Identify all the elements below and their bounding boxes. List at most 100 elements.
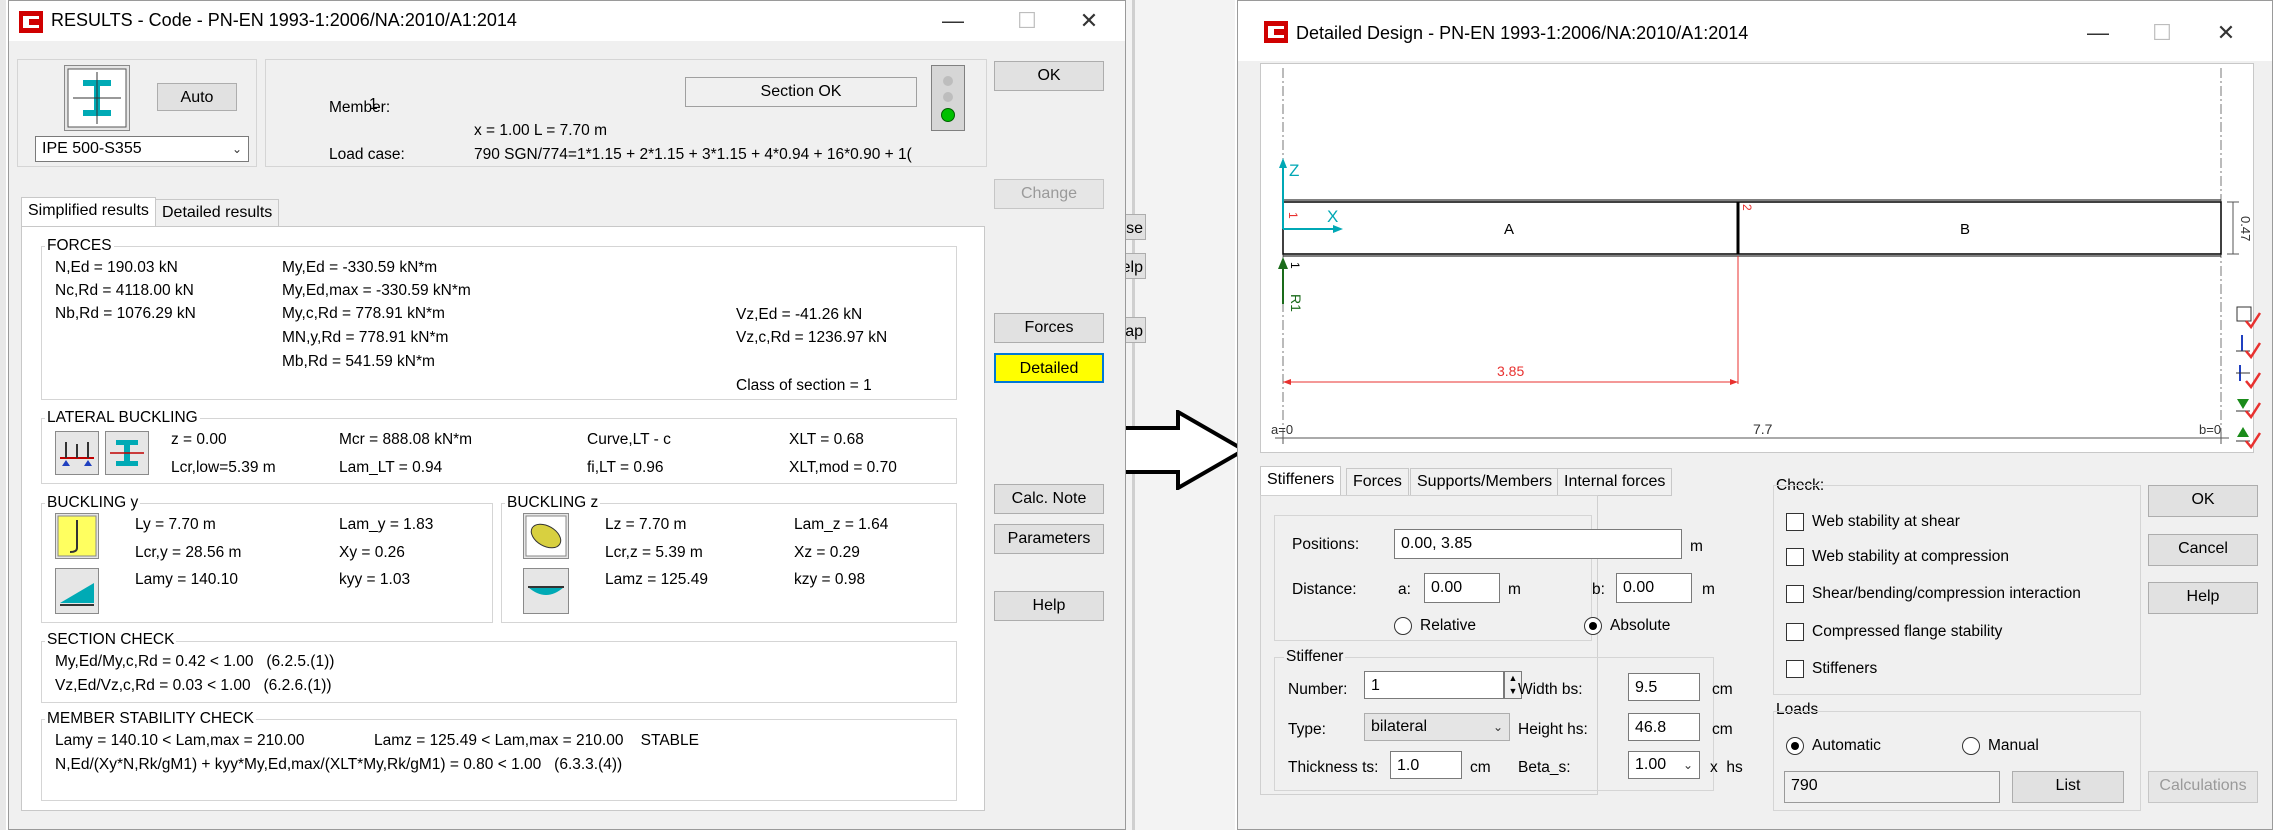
tab-simplified-results[interactable]: Simplified results — [21, 197, 156, 227]
interaction-checkbox[interactable] — [1786, 585, 1804, 603]
relative-radio[interactable] — [1394, 617, 1412, 635]
parameters-button[interactable]: Parameters — [994, 524, 1104, 554]
tab-stiffeners[interactable]: Stiffeners — [1260, 466, 1342, 496]
close-button[interactable]: ✕ — [2196, 17, 2256, 49]
absolute-label: Absolute — [1610, 617, 1671, 634]
traffic-light-icon — [931, 65, 965, 131]
tab-internal-forces[interactable]: Internal forces — [1557, 468, 1673, 496]
b-offset-label: b=0 — [2199, 422, 2221, 437]
section-check-label: SECTION CHECK — [45, 631, 177, 649]
close-button[interactable]: ✕ — [1059, 5, 1119, 37]
tab-supports-members[interactable]: Supports/Members — [1410, 468, 1560, 496]
i-beam-buckling-icon — [110, 440, 144, 466]
detailed-title-bar[interactable]: Detailed Design - PN-EN 1993-1:2006/NA:2… — [1238, 1, 2272, 61]
load-down-icon[interactable] — [2234, 393, 2262, 421]
beam-diagram-canvas[interactable]: Z X A B 1 2 1 R1 0.47 3.85 a=0 b=0 7.7 — [1260, 63, 2254, 453]
stiffener-view-icon[interactable] — [2234, 303, 2262, 331]
a-label: a: — [1398, 581, 1411, 598]
help-button[interactable]: Help — [994, 591, 1104, 621]
ok-button[interactable]: OK — [994, 61, 1104, 91]
type-select[interactable]: bilateral ⌄ — [1364, 713, 1510, 741]
buckling-z-group — [501, 503, 957, 623]
cancel-button[interactable]: Cancel — [2148, 534, 2258, 566]
member-stability-label: MEMBER STABILITY CHECK — [45, 710, 256, 728]
list-button[interactable]: List — [2012, 771, 2124, 803]
buckling-z-diagram-button[interactable] — [523, 568, 569, 614]
height-input[interactable]: 46.8 — [1628, 713, 1700, 741]
buckling-y-diagram-button[interactable] — [55, 568, 99, 614]
buckling-y-length-button[interactable] — [55, 513, 99, 559]
tab-detailed-results[interactable]: Detailed results — [155, 199, 280, 227]
absolute-radio[interactable] — [1584, 617, 1602, 635]
width-input[interactable]: 9.5 — [1628, 673, 1700, 701]
tab-forces[interactable]: Forces — [1346, 468, 1409, 496]
automatic-radio[interactable] — [1786, 737, 1804, 755]
section-profile-button[interactable] — [64, 65, 130, 131]
web-compression-label: Web stability at compression — [1812, 548, 2009, 565]
minimize-button[interactable]: — — [2068, 17, 2128, 49]
a-input[interactable]: 0.00 — [1424, 573, 1500, 603]
buckling-z-diagram-icon — [528, 586, 564, 595]
detailed-title: Detailed Design - PN-EN 1993-1:2006/NA:2… — [1296, 23, 1749, 43]
detailed-button[interactable]: Detailed — [994, 353, 1104, 383]
results-title-bar[interactable]: RESULTS - Code - PN-EN 1993-1:2006/NA:20… — [9, 1, 1125, 41]
distance-label: Distance: — [1292, 581, 1357, 598]
member-value: 1 — [369, 96, 378, 113]
stiffeners-checkbox[interactable] — [1786, 660, 1804, 678]
my-ed-max: My,Ed,max = -330.59 kN*m — [282, 282, 471, 299]
n-ed: N,Ed = 190.03 kN — [55, 259, 178, 276]
b-input[interactable]: 0.00 — [1616, 573, 1692, 603]
load-up-icon[interactable] — [2234, 423, 2262, 451]
forces-label: FORCES — [45, 237, 114, 255]
node-2-label: 2 — [1740, 204, 1754, 211]
axis-z-label: Z — [1289, 161, 1299, 180]
background-left-edge — [0, 0, 6, 830]
type-label: Type: — [1288, 721, 1326, 738]
thickness-input[interactable]: 1.0 — [1390, 751, 1462, 779]
minimize-button[interactable]: — — [923, 5, 983, 37]
positions-unit: m — [1690, 538, 1703, 555]
reaction-label: R1 — [1288, 294, 1304, 312]
buckling-diagram-icon — [60, 583, 94, 606]
results-window: RESULTS - Code - PN-EN 1993-1:2006/NA:20… — [8, 0, 1126, 830]
maximize-button[interactable]: ☐ — [2132, 17, 2192, 49]
web-shear-checkbox[interactable] — [1786, 513, 1804, 531]
number-label: Number: — [1288, 681, 1348, 698]
positions-input[interactable]: 0.00, 3.85 — [1394, 529, 1682, 559]
lateral-buckling-supports-button[interactable] — [55, 431, 99, 475]
section-status-box: Section OK — [685, 77, 917, 107]
section-select[interactable]: IPE 500-S355 ⌄ — [35, 136, 249, 162]
i-beam-section-icon — [67, 68, 127, 128]
flange-stability-checkbox[interactable] — [1786, 623, 1804, 641]
vz-ed: Vz,Ed = -41.26 kN — [736, 306, 863, 323]
interaction-label: Shear/bending/compression interaction — [1812, 585, 2081, 602]
ok-button[interactable]: OK — [2148, 485, 2258, 517]
change-button[interactable]: Change — [994, 179, 1104, 209]
bz-lcr-z: Lcr,z = 5.39 m — [605, 544, 703, 561]
beta-select[interactable]: 1.00 ⌄ — [1628, 751, 1700, 779]
member-view-icon[interactable] — [2234, 363, 2262, 391]
relative-label: Relative — [1420, 617, 1476, 634]
calculations-button[interactable]: Calculations — [2148, 771, 2258, 803]
detailed-design-window: Detailed Design - PN-EN 1993-1:2006/NA:2… — [1237, 0, 2273, 830]
web-compression-checkbox[interactable] — [1786, 548, 1804, 566]
member-label: Member: — [329, 99, 391, 116]
width-unit: cm — [1712, 681, 1733, 698]
support-view-icon[interactable] — [2234, 333, 2262, 361]
number-input[interactable]: 1 — [1364, 671, 1504, 699]
manual-radio[interactable] — [1962, 737, 1980, 755]
lateral-buckling-section-button[interactable] — [105, 431, 149, 475]
thickness-label: Thickness ts: — [1288, 759, 1379, 776]
help-button[interactable]: Help — [2148, 582, 2258, 614]
auto-button[interactable]: Auto — [157, 83, 237, 111]
results-title: RESULTS - Code - PN-EN 1993-1:2006/NA:20… — [51, 10, 517, 30]
load-case-field[interactable]: 790 — [1784, 771, 2000, 803]
class-of-section: Class of section = 1 — [736, 377, 872, 394]
buckling-z-length-button[interactable] — [523, 513, 569, 559]
axis-x-label: X — [1327, 207, 1338, 226]
buckling-z-label: BUCKLING z — [505, 494, 601, 512]
calc-note-button[interactable]: Calc. Note — [994, 484, 1104, 514]
load-case-label: Load case: — [329, 146, 405, 163]
forces-button[interactable]: Forces — [994, 313, 1104, 343]
maximize-button[interactable]: ☐ — [997, 5, 1057, 37]
